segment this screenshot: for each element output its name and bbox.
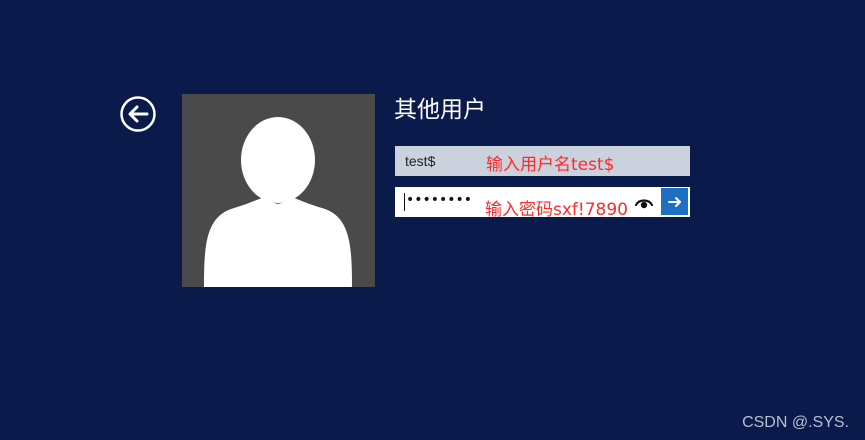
eye-icon <box>634 199 654 209</box>
arrow-right-icon <box>667 196 681 207</box>
username-annotation: 输入用户名test$ <box>486 155 615 175</box>
watermark: CSDN @.SYS. <box>742 414 849 431</box>
back-button[interactable] <box>120 96 156 132</box>
submit-button[interactable] <box>661 188 688 215</box>
user-title: 其他用户 <box>394 97 486 123</box>
username-value: test$ <box>405 153 436 169</box>
user-silhouette-icon <box>204 117 352 287</box>
password-annotation: 输入密码sxf!7890 <box>485 200 628 220</box>
reveal-password-button[interactable] <box>634 195 654 209</box>
back-arrow-icon <box>120 96 156 132</box>
avatar <box>182 94 375 287</box>
text-caret <box>404 193 405 211</box>
password-masked-value: •••••••• <box>406 192 473 208</box>
